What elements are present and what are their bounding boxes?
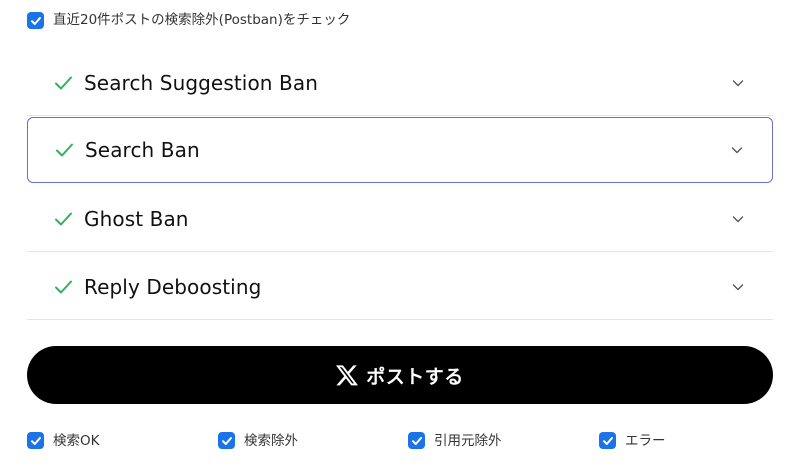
- ban-check-ghost-ban[interactable]: Ghost Ban: [27, 186, 773, 252]
- checkmark-icon: [30, 16, 41, 25]
- check-icon: [55, 76, 72, 89]
- filter-checkbox-search-excluded[interactable]: [218, 432, 235, 449]
- ban-check-label: Search Suggestion Ban: [84, 70, 318, 95]
- filter-checkbox-quote-excluded[interactable]: [408, 432, 425, 449]
- ban-check-label: Ghost Ban: [84, 206, 189, 231]
- check-icon: [56, 143, 73, 157]
- ban-check-label: Reply Deboosting: [84, 274, 262, 299]
- filter-label: エラー: [625, 433, 666, 449]
- chevron-down-icon: [731, 147, 743, 154]
- check-icon: [55, 280, 72, 293]
- ban-check-search-suggestion[interactable]: Search Suggestion Ban: [27, 50, 773, 116]
- chevron-down-icon: [732, 79, 744, 86]
- checkmark-icon: [221, 436, 232, 445]
- checkmark-icon: [411, 436, 422, 445]
- ban-check-label: Search Ban: [85, 138, 200, 162]
- filter-label: 検索除外: [244, 433, 298, 449]
- postban-checkbox[interactable]: [27, 12, 44, 29]
- filter-checkbox-error[interactable]: [599, 432, 616, 449]
- x-logo-icon: [336, 365, 359, 386]
- post-button[interactable]: ポストする: [27, 346, 773, 404]
- postban-option-label: 直近20件ポストの検索除外(Postban)をチェック: [53, 12, 351, 28]
- chevron-down-icon: [732, 215, 744, 222]
- ban-check-reply-deboosting[interactable]: Reply Deboosting: [27, 254, 773, 320]
- post-button-label: ポストする: [366, 365, 464, 388]
- ban-check-search-ban[interactable]: Search Ban: [27, 117, 773, 183]
- filter-checkbox-search-ok[interactable]: [27, 432, 44, 449]
- filter-label: 引用元除外: [434, 433, 502, 449]
- checkmark-icon: [30, 436, 41, 445]
- check-icon: [55, 212, 72, 225]
- filter-label: 検索OK: [53, 433, 100, 449]
- chevron-down-icon: [732, 283, 744, 290]
- checkmark-icon: [602, 436, 613, 445]
